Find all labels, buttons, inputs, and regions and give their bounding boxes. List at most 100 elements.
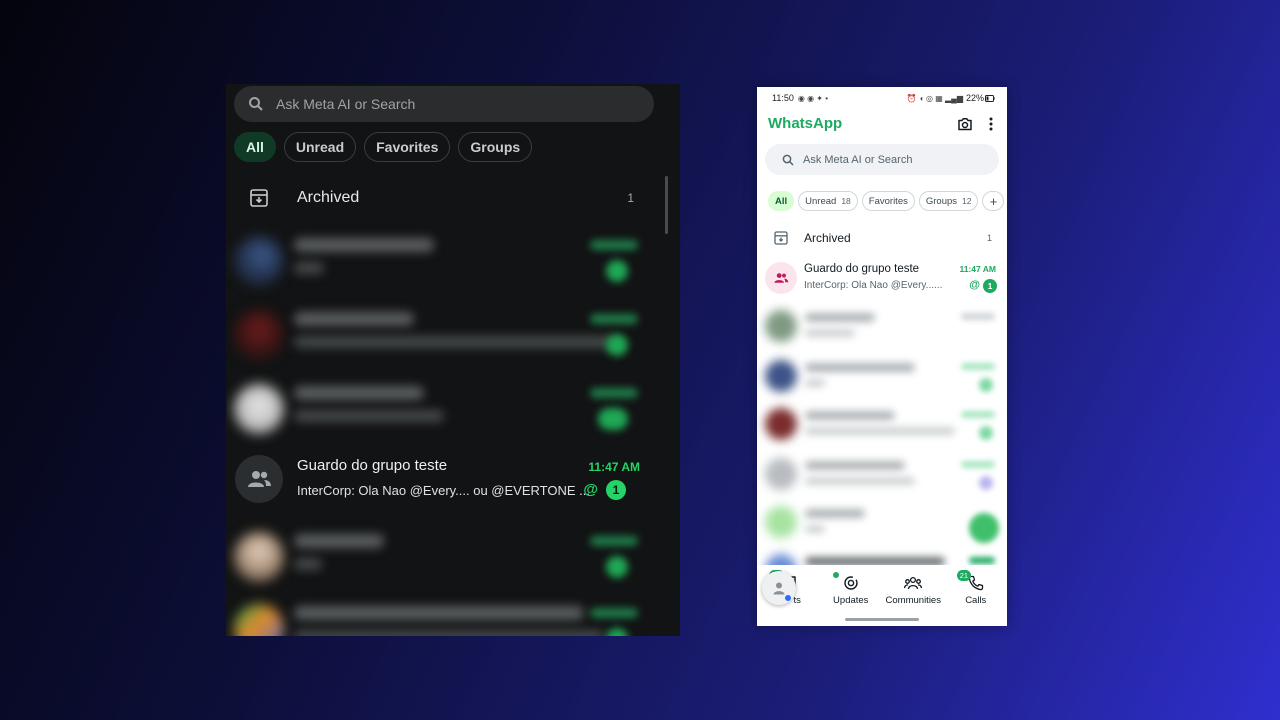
filter-unread[interactable]: Unread 18 xyxy=(798,191,858,211)
chat-name: Guardo do grupo teste xyxy=(297,457,448,474)
status-time: 11:50 xyxy=(772,93,794,103)
blurred-name xyxy=(294,386,424,400)
mention-icon: @ xyxy=(969,279,980,291)
dark-search-bar[interactable]: Ask Meta AI or Search xyxy=(234,86,654,122)
unread-badge: 1 xyxy=(983,279,997,293)
blurred-message xyxy=(805,427,955,435)
blurred-badge xyxy=(979,426,993,440)
chat-row-guardo-do-grupo-teste[interactable]: Guardo do grupo teste 11:47 AM InterCorp… xyxy=(757,259,1007,299)
filter-unread[interactable]: Unread xyxy=(283,132,357,162)
nav-calls[interactable]: 21 Calls xyxy=(945,570,1007,606)
blurred-message xyxy=(294,558,322,570)
avatar xyxy=(765,360,797,392)
chat-row-blurred[interactable] xyxy=(226,228,654,292)
filter-unread-count: 18 xyxy=(841,196,851,206)
dark-chat-list-panel: Ask Meta AI or Search All Unread Favorit… xyxy=(226,84,680,636)
chat-row-blurred[interactable] xyxy=(757,353,1007,399)
app-title: WhatsApp xyxy=(768,115,843,132)
filter-chips: All Unread Favorites Groups xyxy=(234,132,533,162)
blurred-time xyxy=(590,608,638,618)
blurred-name xyxy=(294,312,414,326)
phone-screen: 11:50 ◉ ◉ ✦ • ⏰ ◖ ◎ ▦ ▂▄▆ 22% WhatsApp A… xyxy=(757,87,1007,626)
avatar xyxy=(765,310,797,342)
chat-row-blurred[interactable] xyxy=(757,451,1007,497)
filter-all[interactable]: All xyxy=(768,191,795,211)
chat-row-blurred[interactable] xyxy=(226,596,654,636)
filter-all[interactable]: All xyxy=(234,132,276,162)
phone-search-bar[interactable]: Ask Meta AI or Search xyxy=(765,144,999,175)
blurred-message xyxy=(294,410,444,422)
blurred-message xyxy=(294,262,324,274)
filter-favorites[interactable]: Favorites xyxy=(861,191,915,211)
blurred-time xyxy=(961,411,995,418)
chat-row-guardo-do-grupo-teste[interactable]: Guardo do grupo teste 11:47 AM InterCorp… xyxy=(226,448,654,512)
blurred-badge xyxy=(606,260,628,282)
battery-icon xyxy=(985,94,995,102)
nav-calls-label: Calls xyxy=(965,595,987,606)
archived-label: Archived xyxy=(297,189,360,206)
group-avatar xyxy=(765,262,797,294)
blurred-time xyxy=(590,536,638,546)
home-indicator[interactable] xyxy=(845,618,919,621)
camera-icon[interactable] xyxy=(957,116,973,132)
chat-row-blurred[interactable] xyxy=(226,524,654,588)
chat-row-blurred[interactable] xyxy=(226,376,654,440)
chat-time: 11:47 AM xyxy=(959,264,996,274)
filter-groups[interactable]: Groups xyxy=(458,132,533,162)
chat-time: 11:47 AM xyxy=(588,460,640,474)
blurred-message xyxy=(805,525,825,533)
blurred-badge xyxy=(969,513,999,543)
status-bar: 11:50 ◉ ◉ ✦ • ⏰ ◖ ◎ ▦ ▂▄▆ 22% xyxy=(757,87,1007,109)
blurred-time xyxy=(961,363,995,370)
bottom-nav: 18 ts Updates Communities xyxy=(757,565,1007,626)
search-placeholder: Ask Meta AI or Search xyxy=(803,153,913,166)
nav-updates-label: Updates xyxy=(833,595,869,606)
chat-row-blurred[interactable] xyxy=(757,499,1007,545)
blurred-name xyxy=(805,509,865,518)
scrollbar[interactable] xyxy=(665,176,668,234)
filter-groups-count: 12 xyxy=(962,196,972,206)
archived-row[interactable]: Archived 1 xyxy=(757,227,1007,249)
blurred-message xyxy=(805,379,825,387)
avatar xyxy=(765,408,797,440)
chat-last-message: InterCorp: Ola Nao @Every...... xyxy=(804,280,943,291)
battery-percent: 22% xyxy=(965,93,984,103)
add-filter-button[interactable]: + xyxy=(982,191,1005,211)
filter-favorites[interactable]: Favorites xyxy=(364,132,451,162)
more-options-icon[interactable] xyxy=(988,116,994,132)
chat-row-blurred[interactable] xyxy=(757,303,1007,349)
blurred-name xyxy=(294,238,434,252)
blurred-name xyxy=(294,534,384,548)
archived-count: 1 xyxy=(986,233,992,243)
nav-communities[interactable]: Communities xyxy=(882,575,944,606)
search-icon xyxy=(782,154,794,166)
blurred-message xyxy=(294,630,604,636)
avatar xyxy=(234,384,284,434)
nav-updates[interactable]: Updates xyxy=(820,572,882,606)
group-avatar xyxy=(235,455,283,503)
blurred-time xyxy=(590,314,638,324)
system-icons: ⏰ ◖ ◎ ▦ ▂▄▆ xyxy=(906,93,963,103)
person-icon xyxy=(773,582,785,595)
chat-row-blurred[interactable] xyxy=(226,302,654,366)
archived-row[interactable]: Archived 1 xyxy=(226,178,654,218)
avatar xyxy=(234,532,284,582)
blurred-name xyxy=(294,606,584,620)
filter-groups[interactable]: Groups 12 xyxy=(918,191,979,211)
updates-icon xyxy=(844,576,858,590)
blurred-badge xyxy=(606,628,628,636)
blurred-message xyxy=(805,329,855,337)
avatar xyxy=(765,458,797,490)
blurred-time xyxy=(961,313,995,320)
filter-chips: All Unread 18 Favorites Groups 12 + xyxy=(768,191,1005,211)
updates-dot xyxy=(832,572,839,578)
blurred-time xyxy=(961,461,995,468)
profile-avatar-button[interactable] xyxy=(762,571,796,605)
archived-label: Archived xyxy=(804,231,851,245)
avatar xyxy=(234,236,284,286)
blurred-badge xyxy=(606,556,628,578)
notification-icons: ◉ ◉ ✦ • xyxy=(797,93,828,103)
blurred-badge xyxy=(606,334,628,356)
chat-row-blurred[interactable] xyxy=(757,401,1007,447)
chat-name: Guardo do grupo teste xyxy=(804,263,920,275)
